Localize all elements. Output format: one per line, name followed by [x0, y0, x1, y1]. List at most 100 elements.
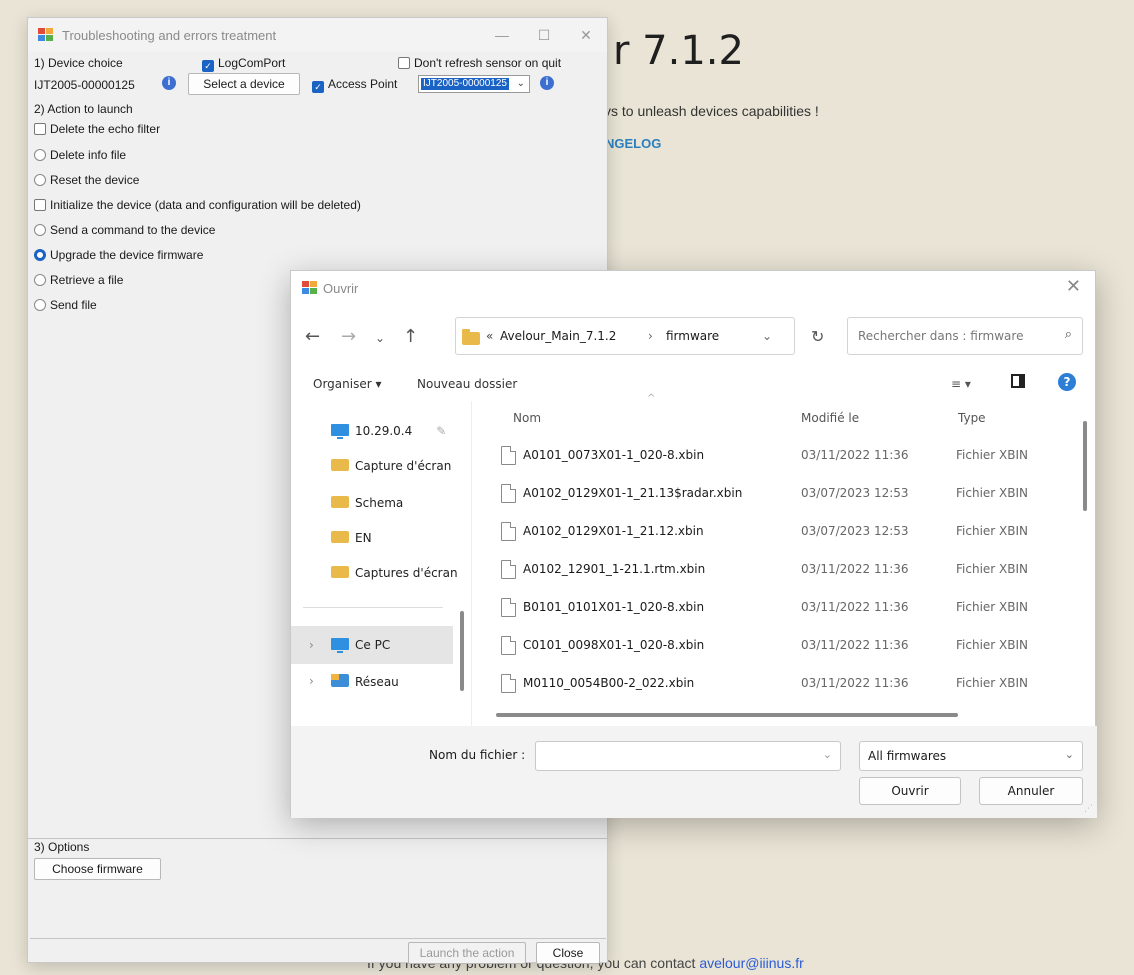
file-date: 03/11/2022 11:36 — [801, 638, 909, 652]
action-send-file[interactable]: Send file — [34, 298, 97, 312]
organiser-menu[interactable]: Organiser ▾ — [313, 377, 381, 391]
file-name: C0101_0098X01-1_020-8.xbin — [523, 638, 705, 652]
close-button[interactable]: Close — [536, 942, 600, 964]
maximize-icon[interactable]: ☐ — [523, 27, 565, 44]
file-date: 03/07/2023 12:53 — [801, 524, 909, 538]
file-list-hscrollbar[interactable] — [496, 713, 958, 717]
logcomport-label: LogComPort — [218, 56, 286, 70]
recent-chevron-icon[interactable]: ⌄ — [375, 331, 385, 345]
action-delete-info-file[interactable]: Delete info file — [34, 148, 126, 162]
network-icon — [331, 674, 349, 687]
action-label: Send a command to the device — [50, 223, 216, 237]
file-list-vscrollbar[interactable] — [1083, 421, 1087, 511]
action-upgrade-firmware[interactable]: Upgrade the device firmware — [34, 248, 203, 262]
info-icon[interactable]: i — [162, 76, 176, 90]
file-name: A0102_0129X01-1_21.13$radar.xbin — [523, 486, 743, 500]
open-button[interactable]: Ouvrir — [859, 777, 961, 805]
dont-refresh-checkbox[interactable]: Don't refresh sensor on quit — [398, 56, 561, 70]
file-type-filter[interactable]: All firmwares ⌄ — [859, 741, 1083, 771]
launch-action-button[interactable]: Launch the action — [408, 942, 526, 964]
nav-item-capture-ecran[interactable]: Capture d'écran — [331, 459, 451, 473]
file-type: Fichier XBIN — [956, 638, 1028, 652]
path-prefix: « — [486, 329, 494, 343]
chevron-down-icon: ⌄ — [1064, 748, 1074, 761]
file-row[interactable]: A0102_0129X01-1_21.12.xbin 03/07/2023 12:… — [501, 514, 1081, 550]
radio-circle — [34, 274, 46, 286]
main-titlebar: Troubleshooting and errors treatment — ☐… — [28, 18, 607, 52]
up-arrow-icon[interactable]: ↑ — [403, 326, 418, 347]
close-icon[interactable]: ✕ — [565, 27, 607, 44]
filename-label: Nom du fichier : — [429, 748, 526, 762]
back-arrow-icon[interactable]: ← — [305, 326, 320, 347]
footer-email-link[interactable]: avelour@iiinus.fr — [699, 955, 803, 971]
file-row[interactable]: A0102_0129X01-1_21.13$radar.xbin 03/07/20… — [501, 476, 1081, 512]
filter-value: All firmwares — [868, 749, 947, 763]
close-icon[interactable]: ✕ — [1066, 276, 1081, 297]
select-device-button[interactable]: Select a device — [188, 73, 300, 95]
nav-item-captures-ecran[interactable]: Captures d'écran — [331, 566, 458, 580]
action-retrieve-file[interactable]: Retrieve a file — [34, 273, 123, 287]
file-icon — [501, 446, 516, 465]
chevron-down-icon[interactable]: ⌄ — [762, 329, 772, 343]
minimize-icon[interactable]: — — [481, 27, 523, 44]
nav-item-10-29-0-4[interactable]: 10.29.0.4 ✎ — [331, 424, 446, 439]
breadcrumb-part[interactable]: firmware — [666, 329, 719, 343]
file-type: Fichier XBIN — [956, 600, 1028, 614]
logcomport-checkbox[interactable]: ✓ LogComPort — [202, 56, 285, 72]
filename-input[interactable]: ⌄ — [535, 741, 841, 771]
preview-pane-icon[interactable] — [1011, 374, 1025, 388]
pc-icon — [331, 424, 349, 439]
action-reset-device[interactable]: Reset the device — [34, 173, 139, 187]
file-row[interactable]: C0101_0098X01-1_020-8.xbin 03/11/2022 11:… — [501, 628, 1081, 664]
file-row[interactable]: A0101_0073X01-1_020-8.xbin 03/11/2022 11:… — [501, 438, 1081, 474]
file-icon — [501, 522, 516, 541]
action-delete-echo-filter[interactable]: Delete the echo filter — [34, 122, 160, 136]
help-icon[interactable]: ? — [1058, 373, 1076, 391]
expand-chevron-icon[interactable]: › — [309, 674, 314, 688]
resize-grip-icon[interactable]: ⋰ — [1084, 804, 1093, 814]
new-folder-button[interactable]: Nouveau dossier — [417, 377, 517, 391]
folder-icon — [331, 496, 349, 508]
file-row[interactable]: B0101_0101X01-1_020-8.xbin 03/11/2022 11:… — [501, 590, 1081, 626]
breadcrumb-part[interactable]: Avelour_Main_7.1.2 — [500, 329, 616, 343]
file-name: A0101_0073X01-1_020-8.xbin — [523, 448, 705, 462]
nav-item-reseau[interactable]: Réseau — [331, 674, 399, 689]
file-name: M0110_0054B00-2_022.xbin — [523, 676, 695, 690]
address-bar[interactable]: « Avelour_Main_7.1.2 › firmware ⌄ — [455, 317, 795, 355]
changelog-link[interactable]: NGELOG — [605, 136, 661, 151]
refresh-icon[interactable]: ↻ — [811, 327, 824, 346]
search-input[interactable]: Rechercher dans : firmware ⌕ — [847, 317, 1083, 355]
column-header-type[interactable]: Type — [958, 411, 986, 425]
main-window-title: Troubleshooting and errors treatment — [62, 27, 277, 43]
options-divider — [28, 838, 607, 839]
nav-item-schema[interactable]: Schema — [331, 496, 403, 510]
choose-firmware-button[interactable]: Choose firmware — [34, 858, 161, 880]
view-options-icon[interactable]: ≡ ▾ — [951, 377, 971, 391]
nav-label: Captures d'écran — [355, 566, 458, 580]
device-choice-label: 1) Device choice — [34, 56, 123, 70]
file-row[interactable]: A0102_12901_1-21.1.rtm.xbin 03/11/2022 11… — [501, 552, 1081, 588]
search-icon: ⌕ — [1064, 327, 1072, 342]
action-send-command[interactable]: Send a command to the device — [34, 223, 215, 237]
column-header-modified[interactable]: Modifié le — [801, 411, 859, 425]
info-icon[interactable]: i — [540, 76, 554, 90]
action-section-label: 2) Action to launch — [34, 102, 133, 116]
app-version-title: r 7.1.2 — [613, 28, 744, 74]
column-header-name[interactable]: Nom — [513, 411, 541, 425]
file-type: Fichier XBIN — [956, 676, 1028, 690]
file-name: A0102_12901_1-21.1.rtm.xbin — [523, 562, 706, 576]
file-row[interactable]: M0110_0054B00-2_022.xbin 03/11/2022 11:36… — [501, 666, 1081, 702]
expand-chevron-icon[interactable]: › — [309, 638, 314, 652]
nav-item-ce-pc[interactable]: Ce PC — [331, 638, 390, 653]
access-point-select[interactable]: IJT2005-00000125 ⌄ — [418, 75, 530, 93]
chevron-down-icon[interactable]: ⌄ — [823, 748, 832, 761]
action-initialize-device[interactable]: Initialize the device (data and configur… — [34, 198, 361, 212]
cancel-button[interactable]: Annuler — [979, 777, 1083, 805]
nav-item-en[interactable]: EN — [331, 531, 372, 545]
access-point-checkbox[interactable]: ✓ Access Point — [312, 77, 397, 93]
nav-scrollbar[interactable] — [460, 611, 464, 691]
action-label: Reset the device — [50, 173, 140, 187]
forward-arrow-icon[interactable]: → — [341, 326, 356, 347]
dialog-app-icon — [302, 281, 318, 295]
footer-divider — [30, 938, 606, 939]
